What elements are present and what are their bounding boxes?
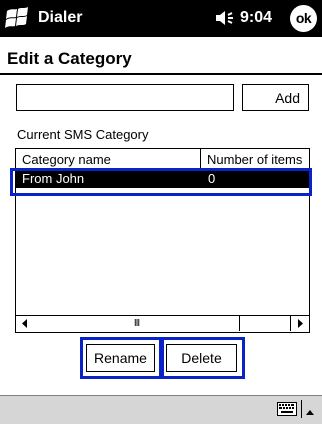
highlight-box-delete xyxy=(161,337,245,379)
page-title: Edit a Category xyxy=(7,49,132,68)
add-button[interactable]: Add xyxy=(242,84,309,111)
menu-bar xyxy=(0,395,322,424)
scroll-thumb[interactable]: III xyxy=(34,316,240,331)
column-header-number-of-items[interactable]: Number of items xyxy=(201,149,309,170)
speaker-icon[interactable] xyxy=(214,8,236,28)
clock[interactable]: 9:04 xyxy=(240,9,272,27)
windows-flag-icon[interactable] xyxy=(4,5,32,31)
ok-button[interactable]: ok xyxy=(290,5,317,32)
column-header-category-name[interactable]: Category name xyxy=(16,149,201,170)
scroll-right-button[interactable] xyxy=(290,316,309,331)
up-arrow-icon[interactable] xyxy=(305,404,315,415)
app-title: Dialer xyxy=(38,9,83,26)
list-heading: Current SMS Category xyxy=(17,127,149,142)
highlight-box-selected-row xyxy=(10,168,312,196)
highlight-box-rename xyxy=(80,337,162,379)
keyboard-icon[interactable] xyxy=(277,402,297,416)
sip-divider xyxy=(301,400,302,418)
header-divider xyxy=(0,73,322,75)
horizontal-scrollbar[interactable]: III xyxy=(16,315,309,332)
scroll-left-button[interactable] xyxy=(16,316,35,331)
left-arrow-icon xyxy=(22,319,27,328)
right-arrow-icon xyxy=(298,319,303,328)
category-name-input[interactable] xyxy=(16,84,234,111)
